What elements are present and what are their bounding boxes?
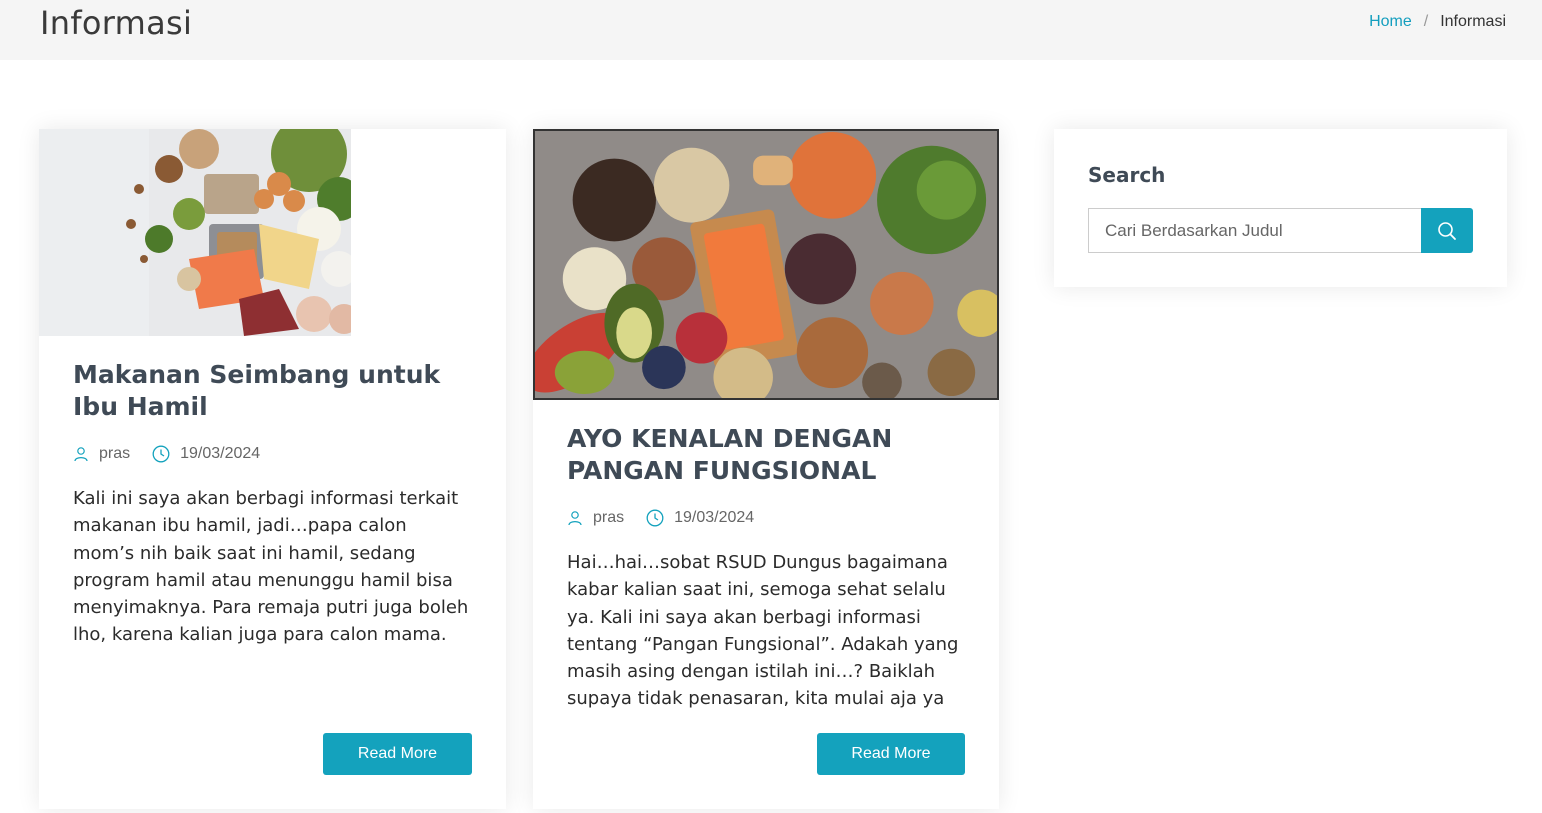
post-excerpt: Kali ini saya akan berbagi informasi ter… xyxy=(73,488,469,646)
post-thumbnail[interactable] xyxy=(533,129,999,400)
page-title: Informasi xyxy=(40,4,193,42)
page-header: Informasi Home / Informasi xyxy=(0,0,1542,60)
post-title[interactable]: Makanan Seimbang untuk Ibu Hamil xyxy=(73,359,472,423)
search-icon xyxy=(1438,221,1456,240)
read-more-button[interactable]: Read More xyxy=(323,733,472,775)
user-icon xyxy=(568,511,582,526)
post-card: AYO KENALAN DENGAN PANGAN FUNGSIONAL pra… xyxy=(533,129,999,809)
clock-icon xyxy=(646,509,664,527)
post-date-text[interactable]: 19/03/2024 xyxy=(180,445,260,463)
post-title[interactable]: AYO KENALAN DENGAN PANGAN FUNGSIONAL xyxy=(567,423,965,487)
search-widget-title: Search xyxy=(1088,163,1166,187)
breadcrumb-separator: / xyxy=(1423,13,1429,30)
post-card: Makanan Seimbang untuk Ibu Hamil pras 19… xyxy=(39,129,506,809)
read-more-button[interactable]: Read More xyxy=(817,733,965,775)
post-author: pras xyxy=(73,445,130,463)
sidebar-search-widget: Search xyxy=(1054,129,1507,287)
post-author-name[interactable]: pras xyxy=(593,509,624,527)
post-date: 19/03/2024 xyxy=(152,445,260,463)
post-meta: pras 19/03/2024 xyxy=(73,445,472,463)
post-date-text[interactable]: 19/03/2024 xyxy=(674,509,754,527)
search-input[interactable] xyxy=(1088,208,1422,253)
breadcrumb-home-link[interactable]: Home xyxy=(1369,13,1412,31)
post-excerpt: Hai…hai…sobat RSUD Dungus bagaimana kaba… xyxy=(567,552,959,710)
breadcrumb-current: Informasi xyxy=(1440,13,1506,30)
balanced-food-image xyxy=(39,129,351,336)
search-button[interactable] xyxy=(1421,208,1473,253)
post-meta: pras 19/03/2024 xyxy=(567,509,965,527)
breadcrumb: Home / Informasi xyxy=(1369,13,1506,31)
post-date: 19/03/2024 xyxy=(646,509,754,527)
post-thumbnail[interactable] xyxy=(39,129,351,336)
post-author: pras xyxy=(567,509,624,527)
user-icon xyxy=(74,447,88,462)
functional-food-image xyxy=(535,131,997,398)
post-author-name[interactable]: pras xyxy=(99,445,130,463)
clock-icon xyxy=(152,445,170,463)
